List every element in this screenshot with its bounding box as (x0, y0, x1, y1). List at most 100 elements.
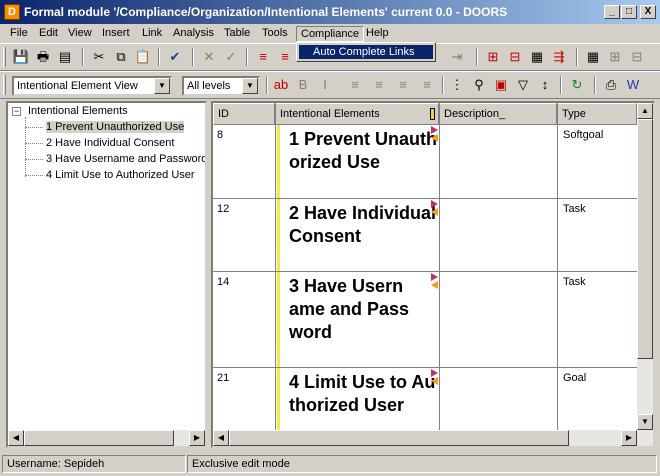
row-heading[interactable]: 4 Limit Use to Authorized User (289, 371, 439, 417)
menu-compliance[interactable]: Compliance (296, 26, 365, 42)
properties-icon[interactable]: ▤ (56, 48, 74, 66)
outgoing-link-icon[interactable] (431, 377, 438, 385)
toolbar-grip[interactable] (3, 47, 6, 67)
level-select[interactable]: All levels ▼ (182, 76, 260, 96)
align-right-icon[interactable]: ≡ (394, 76, 412, 94)
scroll-left-icon[interactable]: ◀ (213, 430, 229, 446)
incoming-link-icon[interactable] (431, 369, 438, 377)
column-header-type[interactable]: Type (557, 103, 637, 125)
column-header-description[interactable]: Description_ (439, 103, 557, 125)
table-icon[interactable]: ▦ (584, 48, 602, 66)
save-icon[interactable]: 💾 (12, 48, 30, 66)
tree-collapse-icon[interactable]: − (12, 107, 21, 116)
scroll-right-icon[interactable]: ▶ (189, 430, 205, 446)
outgoing-link-icon[interactable] (431, 208, 438, 216)
table-row[interactable]: 14 3 Have Username and Password Task (213, 272, 653, 368)
grid-horizontal-scrollbar[interactable]: ◀ ▶ (213, 430, 653, 446)
graphics-icon[interactable]: ▣ (492, 76, 510, 94)
outgoing-link-icon[interactable] (431, 134, 438, 142)
menu-analysis[interactable]: Analysis (169, 26, 218, 42)
chevron-down-icon[interactable]: ▼ (154, 78, 170, 94)
incoming-link-icon[interactable] (431, 200, 438, 208)
tree-root-node[interactable]: Intentional Elements (28, 104, 128, 120)
filter-icon[interactable]: ▽ (514, 76, 532, 94)
tree-node-1[interactable]: 1 Prevent Unauthorized Use (46, 120, 185, 136)
bold-icon[interactable]: B (294, 76, 312, 94)
row-heading[interactable]: 1 Prevent Unauthorized Use (289, 128, 439, 174)
tree-horizontal-scrollbar[interactable]: ◀ ▶ (8, 430, 205, 446)
menu-help[interactable]: Help (362, 26, 393, 42)
tree-node-2[interactable]: 2 Have Individual Consent (46, 136, 174, 152)
print-icon[interactable]: 🖶 (34, 48, 52, 66)
copy-icon[interactable]: ⧉ (112, 48, 130, 66)
check-icon[interactable]: ✓ (222, 48, 240, 66)
scrollbar-thumb[interactable] (24, 430, 174, 446)
menu-table[interactable]: Table (220, 26, 254, 42)
table-row[interactable]: 8 1 Prevent Unauthorized Use Softgoal (213, 125, 653, 199)
tree-connector (25, 159, 43, 160)
view-select[interactable]: Intentional Element View ▼ (12, 76, 172, 96)
table-row[interactable]: 12 2 Have Individual Consent Task (213, 199, 653, 272)
menu-tools[interactable]: Tools (258, 26, 292, 42)
spell-icon[interactable]: ab (272, 76, 290, 94)
menu-view[interactable]: View (64, 26, 96, 42)
scroll-right-icon[interactable]: ▶ (621, 430, 637, 446)
chevron-down-icon[interactable]: ▼ (242, 78, 258, 94)
align-center-icon[interactable]: ≡ (370, 76, 388, 94)
show-links-icon[interactable]: ⚲ (470, 76, 488, 94)
scroll-left-icon[interactable]: ◀ (8, 430, 24, 446)
insert-object-icon[interactable]: ⊞ (484, 48, 502, 66)
row-heading[interactable]: 3 Have Username and Password (289, 275, 413, 344)
tree-node-3[interactable]: 3 Have Username and Password (46, 152, 205, 168)
menu-link[interactable]: Link (138, 26, 166, 42)
menu-insert[interactable]: Insert (98, 26, 134, 42)
show-outline-icon[interactable]: ⋮ (448, 76, 466, 94)
scroll-down-icon[interactable]: ▼ (637, 414, 653, 430)
outgoing-link-icon[interactable] (431, 281, 438, 289)
column-resize-handle[interactable] (430, 108, 435, 120)
sort-icon[interactable]: ↕ (536, 76, 554, 94)
menu-edit[interactable]: Edit (35, 26, 62, 42)
insert-below-icon[interactable]: ⊟ (506, 48, 524, 66)
table-split-icon[interactable]: ⊟ (628, 48, 646, 66)
align-left-icon[interactable]: ≡ (346, 76, 364, 94)
scrollbar-thumb[interactable] (229, 430, 569, 446)
italic-icon[interactable]: I (316, 76, 334, 94)
menu-file[interactable]: File (6, 26, 32, 42)
row-type[interactable]: Goal (563, 372, 586, 384)
row-type[interactable]: Task (563, 203, 586, 215)
justify-icon[interactable]: ≡ (418, 76, 436, 94)
table-insert-icon[interactable]: ⊞ (606, 48, 624, 66)
spellcheck-icon[interactable]: ✔ (166, 48, 184, 66)
edit-object-icon[interactable]: ▦ (528, 48, 546, 66)
link-icon[interactable]: ⇶ (550, 48, 568, 66)
toolbar-grip[interactable] (3, 75, 6, 95)
print-preview-icon[interactable]: ⎙ (602, 76, 620, 94)
tree-node-4[interactable]: 4 Limit Use to Authorized User (46, 168, 195, 184)
minimize-button[interactable]: _ (604, 5, 620, 19)
column-header-id[interactable]: ID (213, 103, 275, 125)
maximize-button[interactable]: □ (621, 5, 637, 19)
delete-icon[interactable]: ✕ (200, 48, 218, 66)
link-end-icon[interactable]: ≡ (276, 48, 294, 66)
toolbar-separator (594, 76, 596, 94)
incoming-link-icon[interactable] (431, 273, 438, 281)
grid-vertical-scrollbar[interactable]: ▲ ▼ (637, 103, 653, 430)
refresh-icon[interactable]: ↻ (568, 76, 586, 94)
scrollbar-thumb[interactable] (637, 119, 653, 359)
indent-icon[interactable]: ⇥ (448, 48, 466, 66)
incoming-link-icon[interactable] (431, 126, 438, 134)
row-type[interactable]: Softgoal (563, 129, 603, 141)
row-heading[interactable]: 2 Have Individual Consent (289, 202, 439, 248)
paste-icon[interactable]: 📋 (134, 48, 152, 66)
row-type[interactable]: Task (563, 276, 586, 288)
scroll-up-icon[interactable]: ▲ (637, 103, 653, 119)
close-button[interactable]: X (640, 5, 656, 19)
cut-icon[interactable]: ✂ (90, 48, 108, 66)
menu-item-auto-complete-links[interactable]: Auto Complete Links (299, 45, 433, 59)
word-export-icon[interactable]: W (624, 76, 642, 94)
column-header-intentional-elements[interactable]: Intentional Elements (275, 103, 439, 125)
doors-app-icon[interactable]: D (4, 4, 20, 20)
module-explorer-tree[interactable]: − Intentional Elements 1 Prevent Unautho… (6, 101, 207, 448)
link-start-icon[interactable]: ≡ (254, 48, 272, 66)
